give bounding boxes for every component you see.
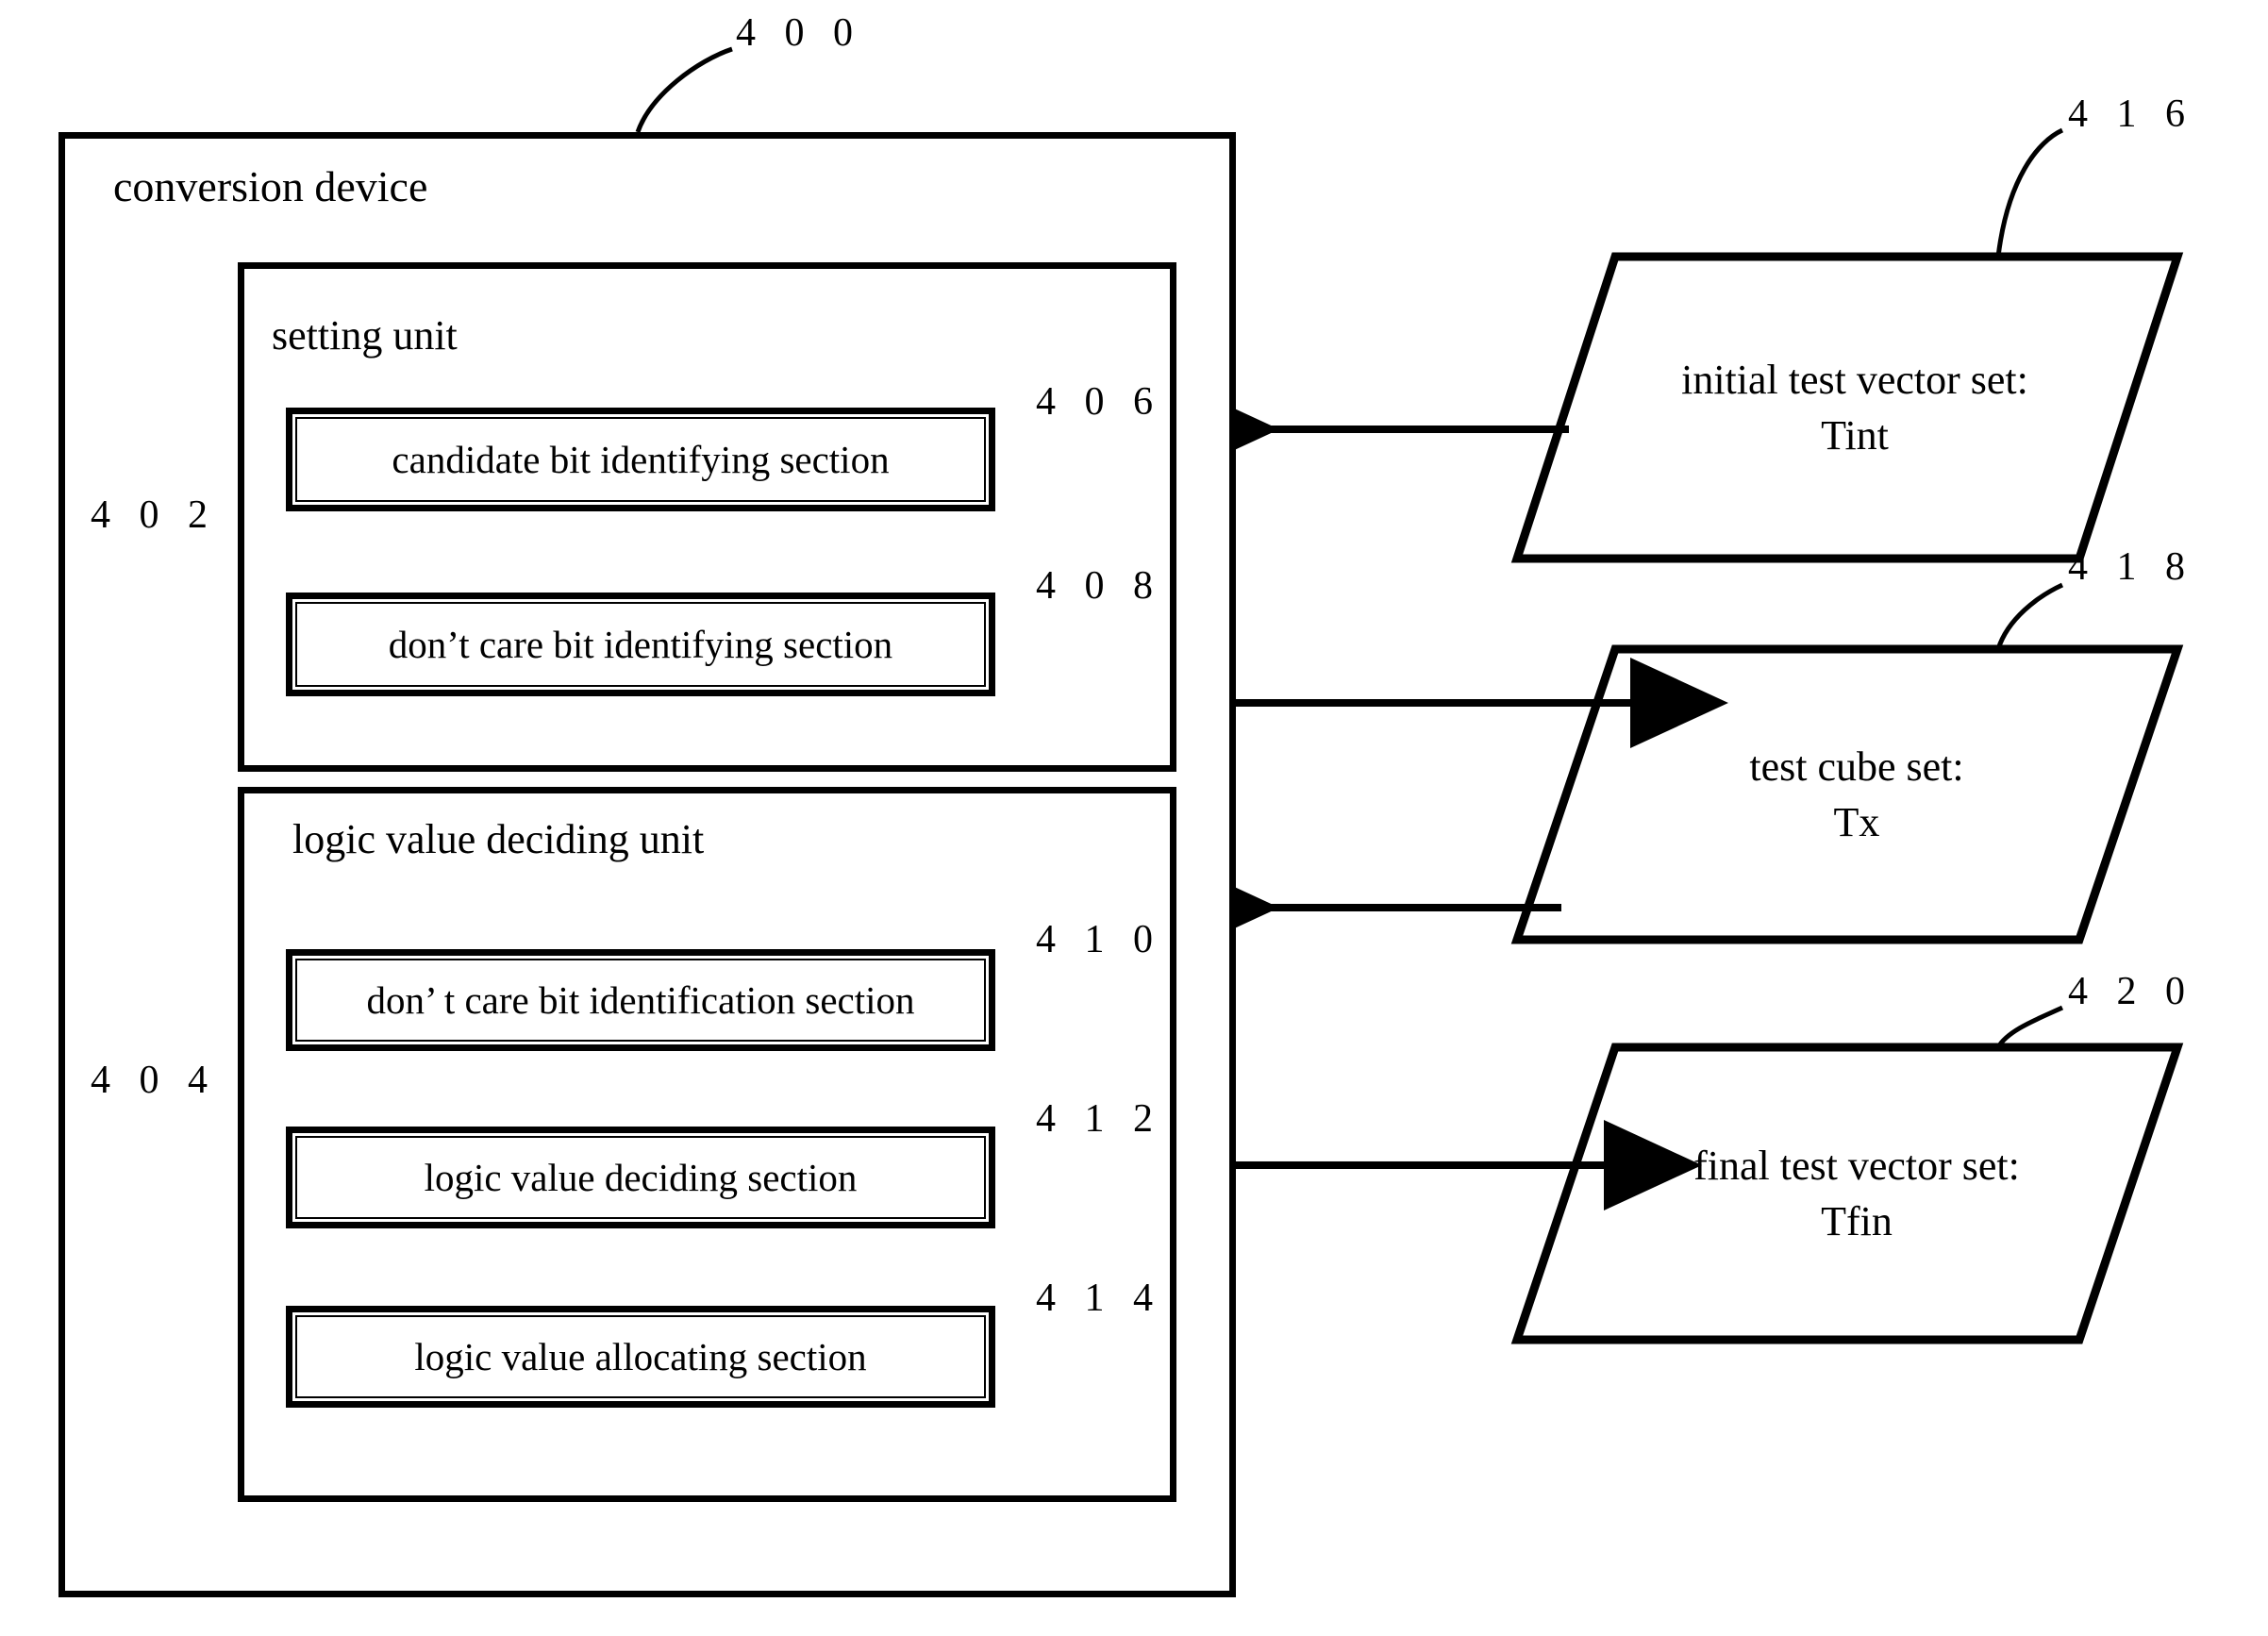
final-test-vector-set-line2: Tfin — [1821, 1198, 1893, 1244]
leader-line-418 — [1995, 582, 2064, 650]
final-test-vector-set-store: final test vector set: Tfin — [1517, 1047, 2177, 1340]
dont-care-bit-identification-section-box: don’ t care bit identification section — [286, 949, 995, 1051]
candidate-bit-identifying-section-box: candidate bit identifying section — [286, 408, 995, 511]
initial-test-vector-set-store: initial test vector set: Tint — [1517, 257, 2177, 559]
conversion-device-title: conversion device — [113, 162, 428, 210]
figure-canvas: conversion device setting unit candidate… — [0, 0, 2268, 1636]
logic-value-deciding-unit-title: logic value deciding unit — [292, 816, 705, 862]
reference-numeral-406: 4 0 6 — [1036, 380, 1162, 424]
logic-value-deciding-section-box: logic value deciding section — [286, 1127, 995, 1228]
logic-value-allocating-section-label: logic value allocating section — [414, 1335, 867, 1378]
setting-unit-title: setting unit — [272, 312, 458, 359]
reference-numeral-408: 4 0 8 — [1036, 564, 1162, 608]
test-cube-set-line2: Tx — [1833, 799, 1880, 845]
reference-numeral-420: 4 2 0 — [2068, 970, 2194, 1013]
leader-line-400 — [635, 46, 733, 133]
reference-numeral-416: 4 1 6 — [2068, 92, 2194, 136]
final-test-vector-set-line1: final test vector set: — [1693, 1142, 2020, 1189]
initial-test-vector-set-line1: initial test vector set: — [1681, 356, 2028, 403]
test-cube-set-store: test cube set: Tx — [1517, 649, 2177, 940]
initial-test-vector-set-line2: Tint — [1821, 412, 1889, 459]
logic-value-deciding-section-label: logic value deciding section — [424, 1156, 858, 1199]
reference-numeral-412: 4 1 2 — [1036, 1097, 1162, 1141]
logic-value-allocating-section-box: logic value allocating section — [286, 1306, 995, 1408]
dont-care-bit-identifying-section-box: don’t care bit identifying section — [286, 593, 995, 696]
reference-numeral-402: 4 0 2 — [91, 493, 217, 537]
reference-numeral-400: 4 0 0 — [736, 11, 862, 55]
candidate-bit-identifying-section-label: candidate bit identifying section — [392, 438, 890, 481]
dont-care-bit-identification-section-label: don’ t care bit identification section — [366, 978, 915, 1022]
reference-numeral-410: 4 1 0 — [1036, 918, 1162, 961]
leader-line-416 — [1995, 127, 2064, 258]
leader-line-420 — [1995, 1005, 2064, 1049]
dont-care-bit-identifying-section-label: don’t care bit identifying section — [388, 623, 893, 666]
reference-numeral-414: 4 1 4 — [1036, 1277, 1162, 1320]
reference-numeral-418: 4 1 8 — [2068, 545, 2194, 589]
reference-numeral-404: 4 0 4 — [91, 1059, 217, 1102]
test-cube-set-line1: test cube set: — [1749, 743, 1964, 790]
